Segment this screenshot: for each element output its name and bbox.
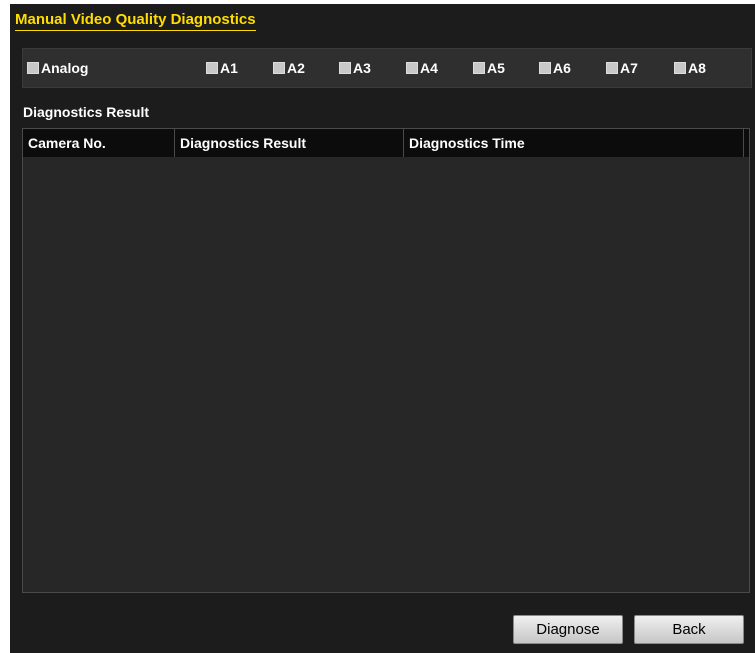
column-header-diagnostics-result[interactable]: Diagnostics Result bbox=[175, 129, 404, 157]
channel-checkbox-a7[interactable]: A7 bbox=[606, 60, 638, 76]
checkbox-box[interactable] bbox=[27, 62, 39, 74]
checkbox-label: Analog bbox=[41, 60, 89, 76]
checkbox-box[interactable] bbox=[674, 62, 686, 74]
analog-select-all-checkbox[interactable]: Analog bbox=[27, 60, 88, 76]
channel-checkbox-a2[interactable]: A2 bbox=[273, 60, 305, 76]
diagnostics-result-table[interactable]: Camera No. Diagnostics Result Diagnostic… bbox=[22, 128, 750, 593]
checkbox-box[interactable] bbox=[339, 62, 351, 74]
checkbox-label: A3 bbox=[353, 60, 371, 76]
checkbox-label: A6 bbox=[553, 60, 571, 76]
checkbox-label: A2 bbox=[287, 60, 305, 76]
checkbox-box[interactable] bbox=[539, 62, 551, 74]
table-header: Camera No. Diagnostics Result Diagnostic… bbox=[23, 129, 749, 157]
checkbox-label: A5 bbox=[487, 60, 505, 76]
channel-checkbox-a8[interactable]: A8 bbox=[674, 60, 706, 76]
checkbox-box[interactable] bbox=[206, 62, 218, 74]
checkbox-label: A4 bbox=[420, 60, 438, 76]
section-title-diagnostics-result: Diagnostics Result bbox=[23, 104, 150, 120]
checkbox-box[interactable] bbox=[273, 62, 285, 74]
column-header-diagnostics-time[interactable]: Diagnostics Time bbox=[404, 129, 744, 157]
checkbox-label: A8 bbox=[688, 60, 706, 76]
checkbox-label: A7 bbox=[620, 60, 638, 76]
column-header-camera-no[interactable]: Camera No. bbox=[23, 129, 175, 157]
channel-checkbox-a6[interactable]: A6 bbox=[539, 60, 571, 76]
checkbox-box[interactable] bbox=[473, 62, 485, 74]
diagnostics-window: Manual Video Quality Diagnostics Analog … bbox=[10, 4, 755, 653]
channel-checkbox-a4[interactable]: A4 bbox=[406, 60, 438, 76]
channel-checkbox-a1[interactable]: A1 bbox=[206, 60, 238, 76]
checkbox-box[interactable] bbox=[406, 62, 418, 74]
back-button[interactable]: Back bbox=[634, 615, 744, 644]
checkbox-label: A1 bbox=[220, 60, 238, 76]
channel-checkbox-a3[interactable]: A3 bbox=[339, 60, 371, 76]
window-title: Manual Video Quality Diagnostics bbox=[15, 11, 256, 31]
table-body bbox=[23, 157, 749, 592]
channel-selection-row: Analog A1 A2 A3 A4 A5 A6 A7 A8 bbox=[22, 48, 752, 88]
diagnose-button[interactable]: Diagnose bbox=[513, 615, 623, 644]
channel-checkbox-a5[interactable]: A5 bbox=[473, 60, 505, 76]
title-bar: Manual Video Quality Diagnostics bbox=[10, 4, 755, 36]
checkbox-box[interactable] bbox=[606, 62, 618, 74]
